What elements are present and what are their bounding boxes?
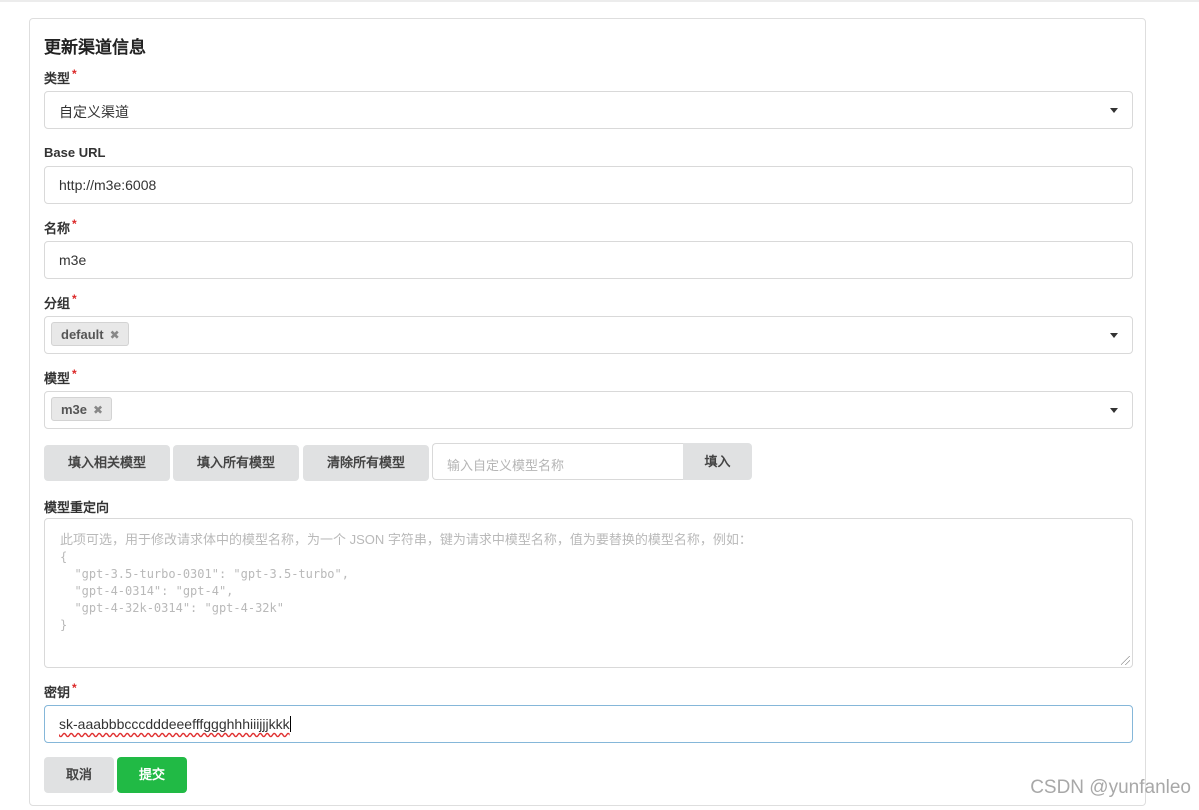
- fill-all-models-button[interactable]: 填入所有模型: [173, 445, 299, 481]
- text-cursor: [289, 716, 291, 732]
- submit-button[interactable]: 提交: [117, 757, 187, 793]
- type-select-value: 自定义渠道: [59, 104, 129, 120]
- required-mark: *: [72, 367, 77, 381]
- name-label: 名称 *: [44, 217, 77, 236]
- watermark: CSDN @yunfanleo: [1030, 777, 1191, 798]
- base-url-value: http://m3e:6008: [59, 177, 157, 193]
- custom-model-placeholder: 输入自定义模型名称: [447, 458, 565, 473]
- fill-custom-model-button[interactable]: 填入: [683, 443, 752, 480]
- key-label: 密钥 *: [44, 681, 77, 700]
- cancel-button[interactable]: 取消: [44, 757, 114, 793]
- model-redirect-textarea[interactable]: 此项可选，用于修改请求体中的模型名称，为一个 JSON 字符串，键为请求中模型名…: [44, 518, 1133, 668]
- clear-all-models-button[interactable]: 清除所有模型: [303, 445, 429, 481]
- caret-down-icon: [1110, 333, 1118, 338]
- name-value: m3e: [59, 252, 87, 268]
- models-label: 模型 *: [44, 367, 77, 386]
- required-mark: *: [72, 292, 77, 306]
- group-chip: default ✖: [51, 322, 129, 346]
- type-select[interactable]: 自定义渠道: [44, 91, 1133, 129]
- name-input[interactable]: m3e: [44, 241, 1133, 279]
- redirect-placeholder: 此项可选，用于修改请求体中的模型名称，为一个 JSON 字符串，键为请求中模型名…: [60, 532, 752, 632]
- models-multiselect[interactable]: m3e ✖: [44, 391, 1133, 429]
- resize-handle-icon[interactable]: [1121, 656, 1130, 665]
- model-chip: m3e ✖: [51, 397, 113, 421]
- custom-model-input[interactable]: 输入自定义模型名称: [432, 443, 684, 480]
- page-title: 更新渠道信息: [44, 38, 146, 57]
- type-label: 类型 *: [44, 67, 77, 86]
- fill-related-models-button[interactable]: 填入相关模型: [44, 445, 170, 481]
- group-label: 分组 *: [44, 292, 77, 311]
- base-url-input[interactable]: http://m3e:6008: [44, 166, 1133, 204]
- redirect-label: 模型重定向: [44, 500, 110, 515]
- required-mark: *: [72, 681, 77, 695]
- group-multiselect[interactable]: default ✖: [44, 316, 1133, 354]
- required-mark: *: [72, 217, 77, 231]
- close-icon[interactable]: ✖: [110, 328, 120, 342]
- close-icon[interactable]: ✖: [93, 403, 103, 417]
- key-value: sk-aaabbbcccdddeeefffggghhhiiijjjkkk: [59, 716, 291, 732]
- caret-down-icon: [1110, 108, 1118, 113]
- base-url-label: Base URL: [44, 145, 106, 160]
- required-mark: *: [72, 67, 77, 81]
- top-divider: [0, 0, 1199, 2]
- caret-down-icon: [1110, 408, 1118, 413]
- key-input[interactable]: sk-aaabbbcccdddeeefffggghhhiiijjjkkk: [44, 705, 1133, 743]
